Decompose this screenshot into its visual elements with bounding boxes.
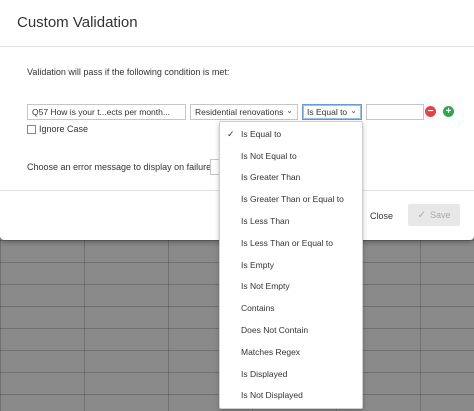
operator-option-label: Is Displayed: [241, 369, 288, 379]
operator-option[interactable]: Is Less Than or Equal to: [220, 233, 362, 253]
operator-option[interactable]: Matches Regex: [220, 342, 362, 362]
operator-option-label: Is Not Displayed: [241, 390, 303, 400]
operator-option-label: Does Not Contain: [241, 325, 309, 335]
remove-condition-button[interactable]: −: [425, 106, 436, 117]
operator-option[interactable]: Does Not Contain: [220, 320, 362, 340]
operator-select-value: Is Equal to: [307, 107, 348, 117]
operator-option-label: Is Greater Than or Equal to: [241, 194, 344, 204]
operator-option-label: Is Less Than: [241, 216, 290, 226]
dialog-title: Custom Validation: [17, 14, 138, 31]
operator-option[interactable]: ✓ Is Equal to: [220, 124, 362, 144]
question-select-value: Q57 How is your t...ects per month...: [32, 107, 170, 117]
add-condition-button[interactable]: +: [443, 106, 454, 117]
operator-option-label: Is Not Empty: [241, 281, 290, 291]
close-button[interactable]: Close: [370, 211, 393, 221]
ignore-case-label: Ignore Case: [39, 124, 89, 134]
operator-option[interactable]: Is Not Displayed: [220, 385, 362, 405]
operator-option[interactable]: Contains: [220, 298, 362, 318]
checkmark-icon: ✓: [227, 129, 235, 139]
operator-option[interactable]: Is Empty: [220, 255, 362, 275]
operator-option[interactable]: Is Greater Than: [220, 167, 362, 187]
header-divider: [0, 46, 474, 47]
operator-option[interactable]: Is Not Equal to: [220, 146, 362, 166]
operator-option-label: Is Not Equal to: [241, 151, 297, 161]
checkmark-icon: ✓: [417, 209, 426, 221]
operator-dropdown-menu: ✓ Is Equal to Is Not Equal to Is Greater…: [219, 121, 363, 409]
intro-text: Validation will pass if the following co…: [27, 67, 230, 77]
operator-option-label: Is Greater Than: [241, 172, 301, 182]
operator-option-label: Contains: [241, 303, 275, 313]
save-button-label: Save: [429, 210, 451, 220]
chevron-down-icon: ⌄: [286, 106, 293, 115]
ignore-case-checkbox[interactable]: [27, 124, 36, 134]
operator-option-label: Is Less Than or Equal to: [241, 238, 333, 248]
condition-value-input[interactable]: [366, 104, 424, 120]
error-message-label: Choose an error message to display on fa…: [27, 162, 214, 172]
save-button[interactable]: ✓ Save: [408, 204, 460, 226]
operator-option[interactable]: Is Displayed: [220, 364, 362, 384]
operator-select[interactable]: Is Equal to ⌄: [302, 104, 362, 120]
operator-option-label: Is Equal to: [241, 129, 282, 139]
ignore-case-option[interactable]: Ignore Case: [27, 124, 88, 134]
operator-option-label: Is Empty: [241, 260, 275, 270]
operator-option-label: Matches Regex: [241, 347, 301, 357]
operator-option[interactable]: Is Not Empty: [220, 276, 362, 296]
minus-icon: −: [427, 106, 434, 117]
question-select[interactable]: Q57 How is your t...ects per month...: [27, 104, 186, 120]
chevron-down-icon: ⌄: [350, 106, 357, 115]
plus-icon: +: [445, 106, 452, 117]
choice-select-value: Residential renovations: [195, 107, 284, 117]
operator-option[interactable]: Is Greater Than or Equal to: [220, 189, 362, 209]
operator-option[interactable]: Is Less Than: [220, 211, 362, 231]
choice-select[interactable]: Residential renovations ⌄: [190, 104, 298, 120]
